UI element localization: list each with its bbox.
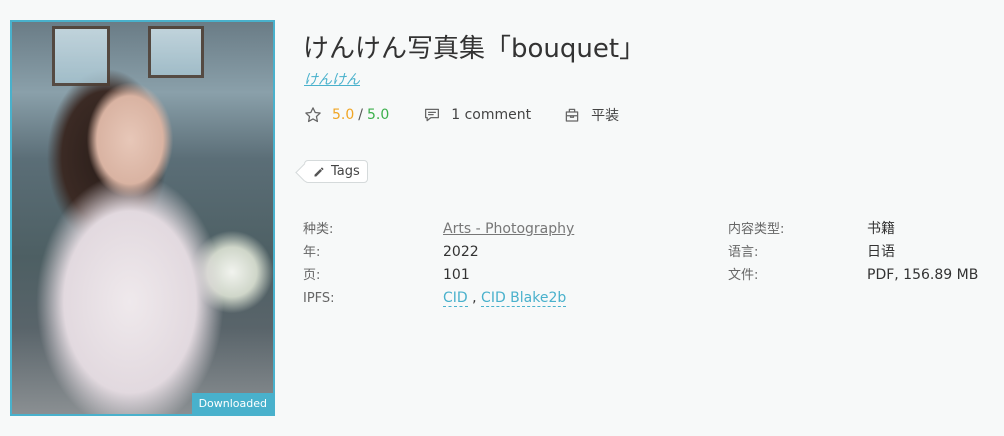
star-icon[interactable] <box>304 106 322 124</box>
book-cover-image[interactable]: Downloaded <box>10 20 275 416</box>
comments-count: 1 comment <box>451 107 532 123</box>
cover-window-left <box>52 26 110 86</box>
details-values-left: Arts - Photography 2022 101 CID , CID Bl… <box>443 218 574 310</box>
rating: 5.0 / 5.0 <box>304 106 389 124</box>
cover-window-right <box>148 26 204 78</box>
pencil-icon <box>314 167 324 176</box>
binding: 平装 <box>563 105 619 125</box>
binding-label: 平装 <box>591 108 620 124</box>
ipfs-separator: , <box>472 290 477 306</box>
downloaded-badge: Downloaded <box>191 393 273 414</box>
label-pages: 页: <box>303 268 321 283</box>
label-category: 种类: <box>303 222 334 237</box>
tags-button[interactable]: Tags <box>304 160 368 183</box>
pages-value: 101 <box>443 267 470 283</box>
category-link[interactable]: Arts - Photography <box>443 221 574 237</box>
rating-max: 5.0 <box>366 107 390 123</box>
details-labels-right: 内容类型: 语言: 文件: <box>728 218 784 287</box>
ipfs-links: CID , CID Blake2b <box>443 287 574 310</box>
meta-row: 5.0 / 5.0 1 comment 平装 <box>304 105 619 125</box>
comment-icon <box>425 108 440 122</box>
year-value: 2022 <box>443 244 479 260</box>
language-value: 日语 <box>867 244 895 260</box>
ipfs-cid-link[interactable]: CID <box>443 290 468 307</box>
book-title: けんけん写真集「bouquet」 <box>303 34 646 64</box>
rating-value: 5.0 <box>332 107 355 123</box>
label-language: 语言: <box>728 245 759 260</box>
comments-link[interactable]: 1 comment <box>423 106 531 124</box>
box-icon <box>565 108 579 122</box>
label-content-type: 内容类型: <box>728 222 785 237</box>
label-ipfs: IPFS: <box>303 291 335 306</box>
tags-label: Tags <box>331 164 360 179</box>
label-year: 年: <box>303 245 321 260</box>
file-value: PDF, 156.89 MB <box>867 267 979 283</box>
rating-separator: / <box>358 107 363 123</box>
details-labels-left: 种类: 年: 页: IPFS: <box>303 218 335 310</box>
details-values-right: 书籍 日语 PDF, 156.89 MB <box>867 218 978 287</box>
label-file: 文件: <box>728 268 759 283</box>
content-type-value: 书籍 <box>867 221 895 237</box>
ipfs-blake2b-link[interactable]: CID Blake2b <box>481 290 567 307</box>
author-link[interactable]: けんけん <box>304 69 360 89</box>
